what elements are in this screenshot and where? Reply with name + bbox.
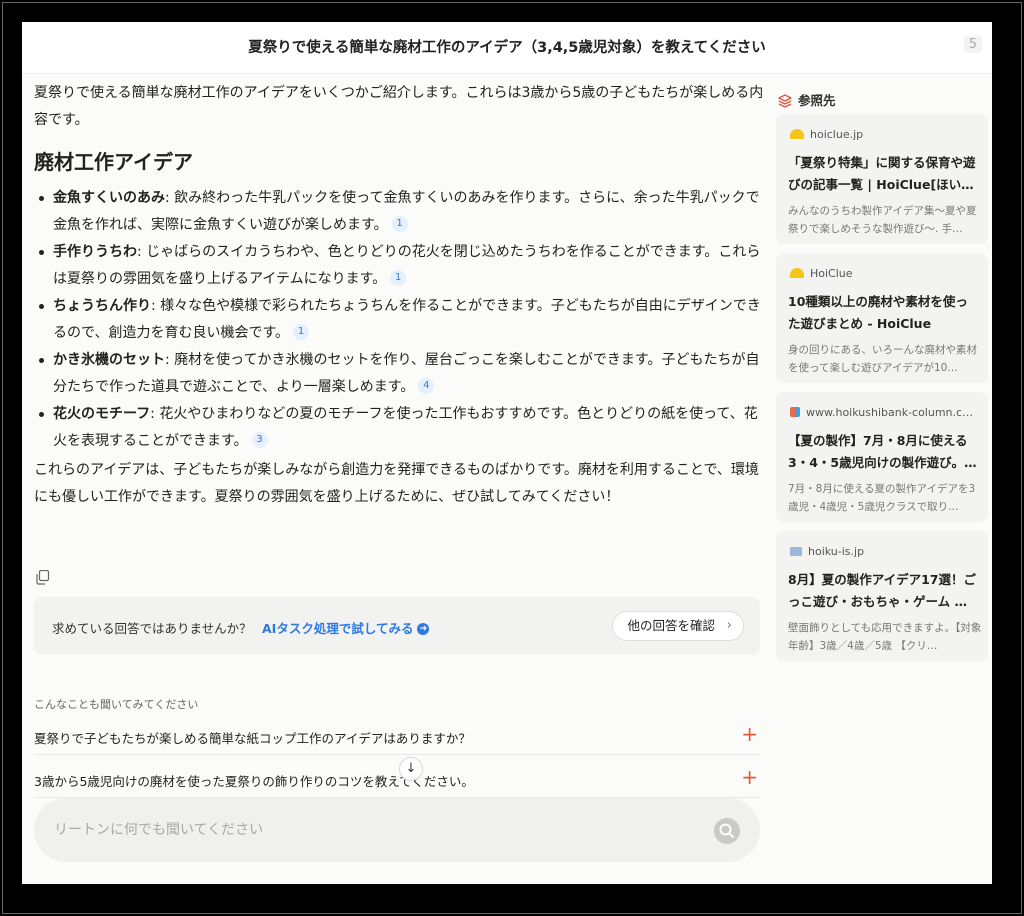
source-card[interactable]: HoiClue 10種類以上の廃材や素材を使った遊びまとめ - HoiClue … [776,253,988,383]
source-site: hoiku-is.jp [790,545,864,558]
source-site: www.hoikushibank-column.c… [790,406,973,419]
citation-badge[interactable]: 1 [391,216,408,232]
multicolor-favicon-icon [790,407,800,417]
app-window: 夏祭りで使える簡単な廃材工作のアイデア（3,4,5歳児対象）を教えてください 5… [22,22,992,884]
copy-icon[interactable] [36,570,50,585]
image-favicon-icon [790,546,802,556]
idea-list: 金魚すくいのあみ: 飲み終わった牛乳パックを使って金魚すくいのあみを作ります。さ… [34,185,764,455]
source-site-name: hoiku-is.jp [808,545,865,558]
other-answer-button[interactable]: 他の回答を確認 › [612,611,744,641]
answer-intro: 夏祭りで使える簡単な廃材工作のアイデアをいくつかご紹介します。これらは3歳から5… [34,85,764,128]
arrow-right-circle-icon: ➜ [417,622,430,635]
header: 夏祭りで使える簡単な廃材工作のアイデア（3,4,5歳児対象）を教えてください 5 [22,22,992,74]
idea-item: 花火のモチーフ: 花火やひまわりなどの夏のモチーフを使った工作もおすすめです。色… [34,401,764,455]
related-question-item[interactable]: 3歳から5歳児向けの廃材を使った夏祭りの飾り作りのコツを教えてください。 + [34,762,760,798]
related-questions-label: こんなことも聞いてみてください [34,698,199,711]
related-question-text: 夏祭りで子どもたちが楽しめる簡単な紙コップ工作のアイデアはありますか？ [34,731,471,746]
layers-icon [778,93,792,108]
idea-title: 花火のモチーフ [53,406,151,422]
source-site: HoiClue [790,267,853,280]
citation-badge[interactable]: 4 [418,378,435,394]
answer-heading: 廃材工作アイデア [34,150,193,174]
source-title: 「夏祭り特集」に関する保育や遊びの記事一覧 | HoiClue[ほい… [788,155,976,192]
source-description: 7月・8月に使える夏の製作アイデアを3歳児・4歳児・5歳児クラスで取り… [788,483,976,513]
question-count-badge: 5 [963,36,982,53]
answer-conclusion: これらのアイデアは、子どもたちが楽しみながら創造力を発揮できるものばかりです。廃… [34,462,759,505]
idea-text: : じゃばらのスイカうちわや、色とりどりの花火を閉じ込めたうちわを作ることができ… [53,244,761,287]
citation-badge[interactable]: 1 [293,324,310,340]
idea-title: 金魚すくいのあみ [53,190,165,206]
chevron-right-icon: › [726,618,732,633]
plus-icon[interactable]: + [741,765,758,789]
idea-text: : 花火やひまわりなどの夏のモチーフを使った工作もおすすめです。色とりどりの紙を… [53,406,758,449]
search-button[interactable] [714,818,740,844]
source-site: hoiclue.jp [790,128,863,141]
idea-item: 手作りうちわ: じゃばらのスイカうちわや、色とりどりの花火を閉じ込めたうちわを作… [34,239,764,293]
source-card[interactable]: hoiclue.jp 「夏祭り特集」に関する保育や遊びの記事一覧 | HoiCl… [776,114,988,244]
chat-input[interactable] [54,818,674,842]
chat-input-bar [34,798,760,862]
source-card[interactable]: hoiku-is.jp 8月】夏の製作アイデア17選！ごっこ遊び・おもちゃ・ゲー… [776,531,988,661]
idea-item: かき氷機のセット: 廃材を使ってかき氷機のセットを作り、屋台ごっこを楽しむことが… [34,347,764,401]
answer-body: 夏祭りで使える簡単な廃材工作のアイデアをいくつかご紹介します。これらは3歳から5… [34,80,764,511]
scroll-down-button[interactable]: ↓ [399,757,423,781]
yellow-semicircle-favicon-icon [790,268,804,278]
plus-icon[interactable]: + [741,722,758,746]
search-icon [719,823,734,838]
related-question-item[interactable]: 夏祭りで子どもたちが楽しめる簡単な紙コップ工作のアイデアはありますか？ + [34,719,760,755]
source-title: 【夏の製作】7月・8月に使える3・4・5歳児向けの製作遊び。… [788,433,977,470]
citation-badge[interactable]: 3 [251,432,268,448]
source-card[interactable]: www.hoikushibank-column.c… 【夏の製作】7月・8月に使… [776,392,988,522]
yellow-semicircle-favicon-icon [790,129,804,139]
feedback-question: 求めている回答ではありませんか？ [52,621,252,636]
citation-badge[interactable]: 1 [390,270,407,286]
other-answer-label: 他の回答を確認 [627,618,715,633]
ai-task-link[interactable]: AIタスク処理で試してみる ➜ [262,618,430,637]
source-title: 10種類以上の廃材や素材を使った遊びまとめ - HoiClue [788,294,968,331]
idea-text: : 様々な色や模様で彩られたちょうちんを作ることができます。子どもたちが自由にデ… [53,298,761,341]
source-title: 8月】夏の製作アイデア17選！ごっこ遊び・おもちゃ・ゲーム … [788,572,976,609]
source-description: 壁面飾りとしても応用できますよ。【対象年齢】3歳／4歳／5歳 【クリ… [788,622,982,652]
source-site-name: HoiClue [810,267,853,280]
sources-heading: 参照先 [798,93,836,108]
idea-title: かき氷機のセット [53,352,165,368]
page-title: 夏祭りで使える簡単な廃材工作のアイデア（3,4,5歳児対象）を教えてください [248,40,766,56]
source-description: みんなのうちわ製作アイデア集～夏や夏祭りで楽しめそうな製作遊び～. 手… [788,205,977,235]
sources-header: 参照先 [778,90,836,109]
source-description: 身の回りにある、いろーんな廃材や素材を使って楽しむ遊びアイデアが10… [788,344,977,374]
idea-title: ちょうちん作り [53,298,151,314]
feedback-bar: 求めている回答ではありませんか？ AIタスク処理で試してみる ➜ 他の回答を確認 … [34,597,760,655]
idea-title: 手作りうちわ [53,244,137,260]
source-site-name: www.hoikushibank-column.c… [806,406,974,419]
idea-item: ちょうちん作り: 様々な色や模様で彩られたちょうちんを作ることができます。子ども… [34,293,764,347]
ai-task-link-label: AIタスク処理で試してみる [262,621,414,636]
source-site-name: hoiclue.jp [810,128,864,141]
idea-item: 金魚すくいのあみ: 飲み終わった牛乳パックを使って金魚すくいのあみを作ります。さ… [34,185,764,239]
